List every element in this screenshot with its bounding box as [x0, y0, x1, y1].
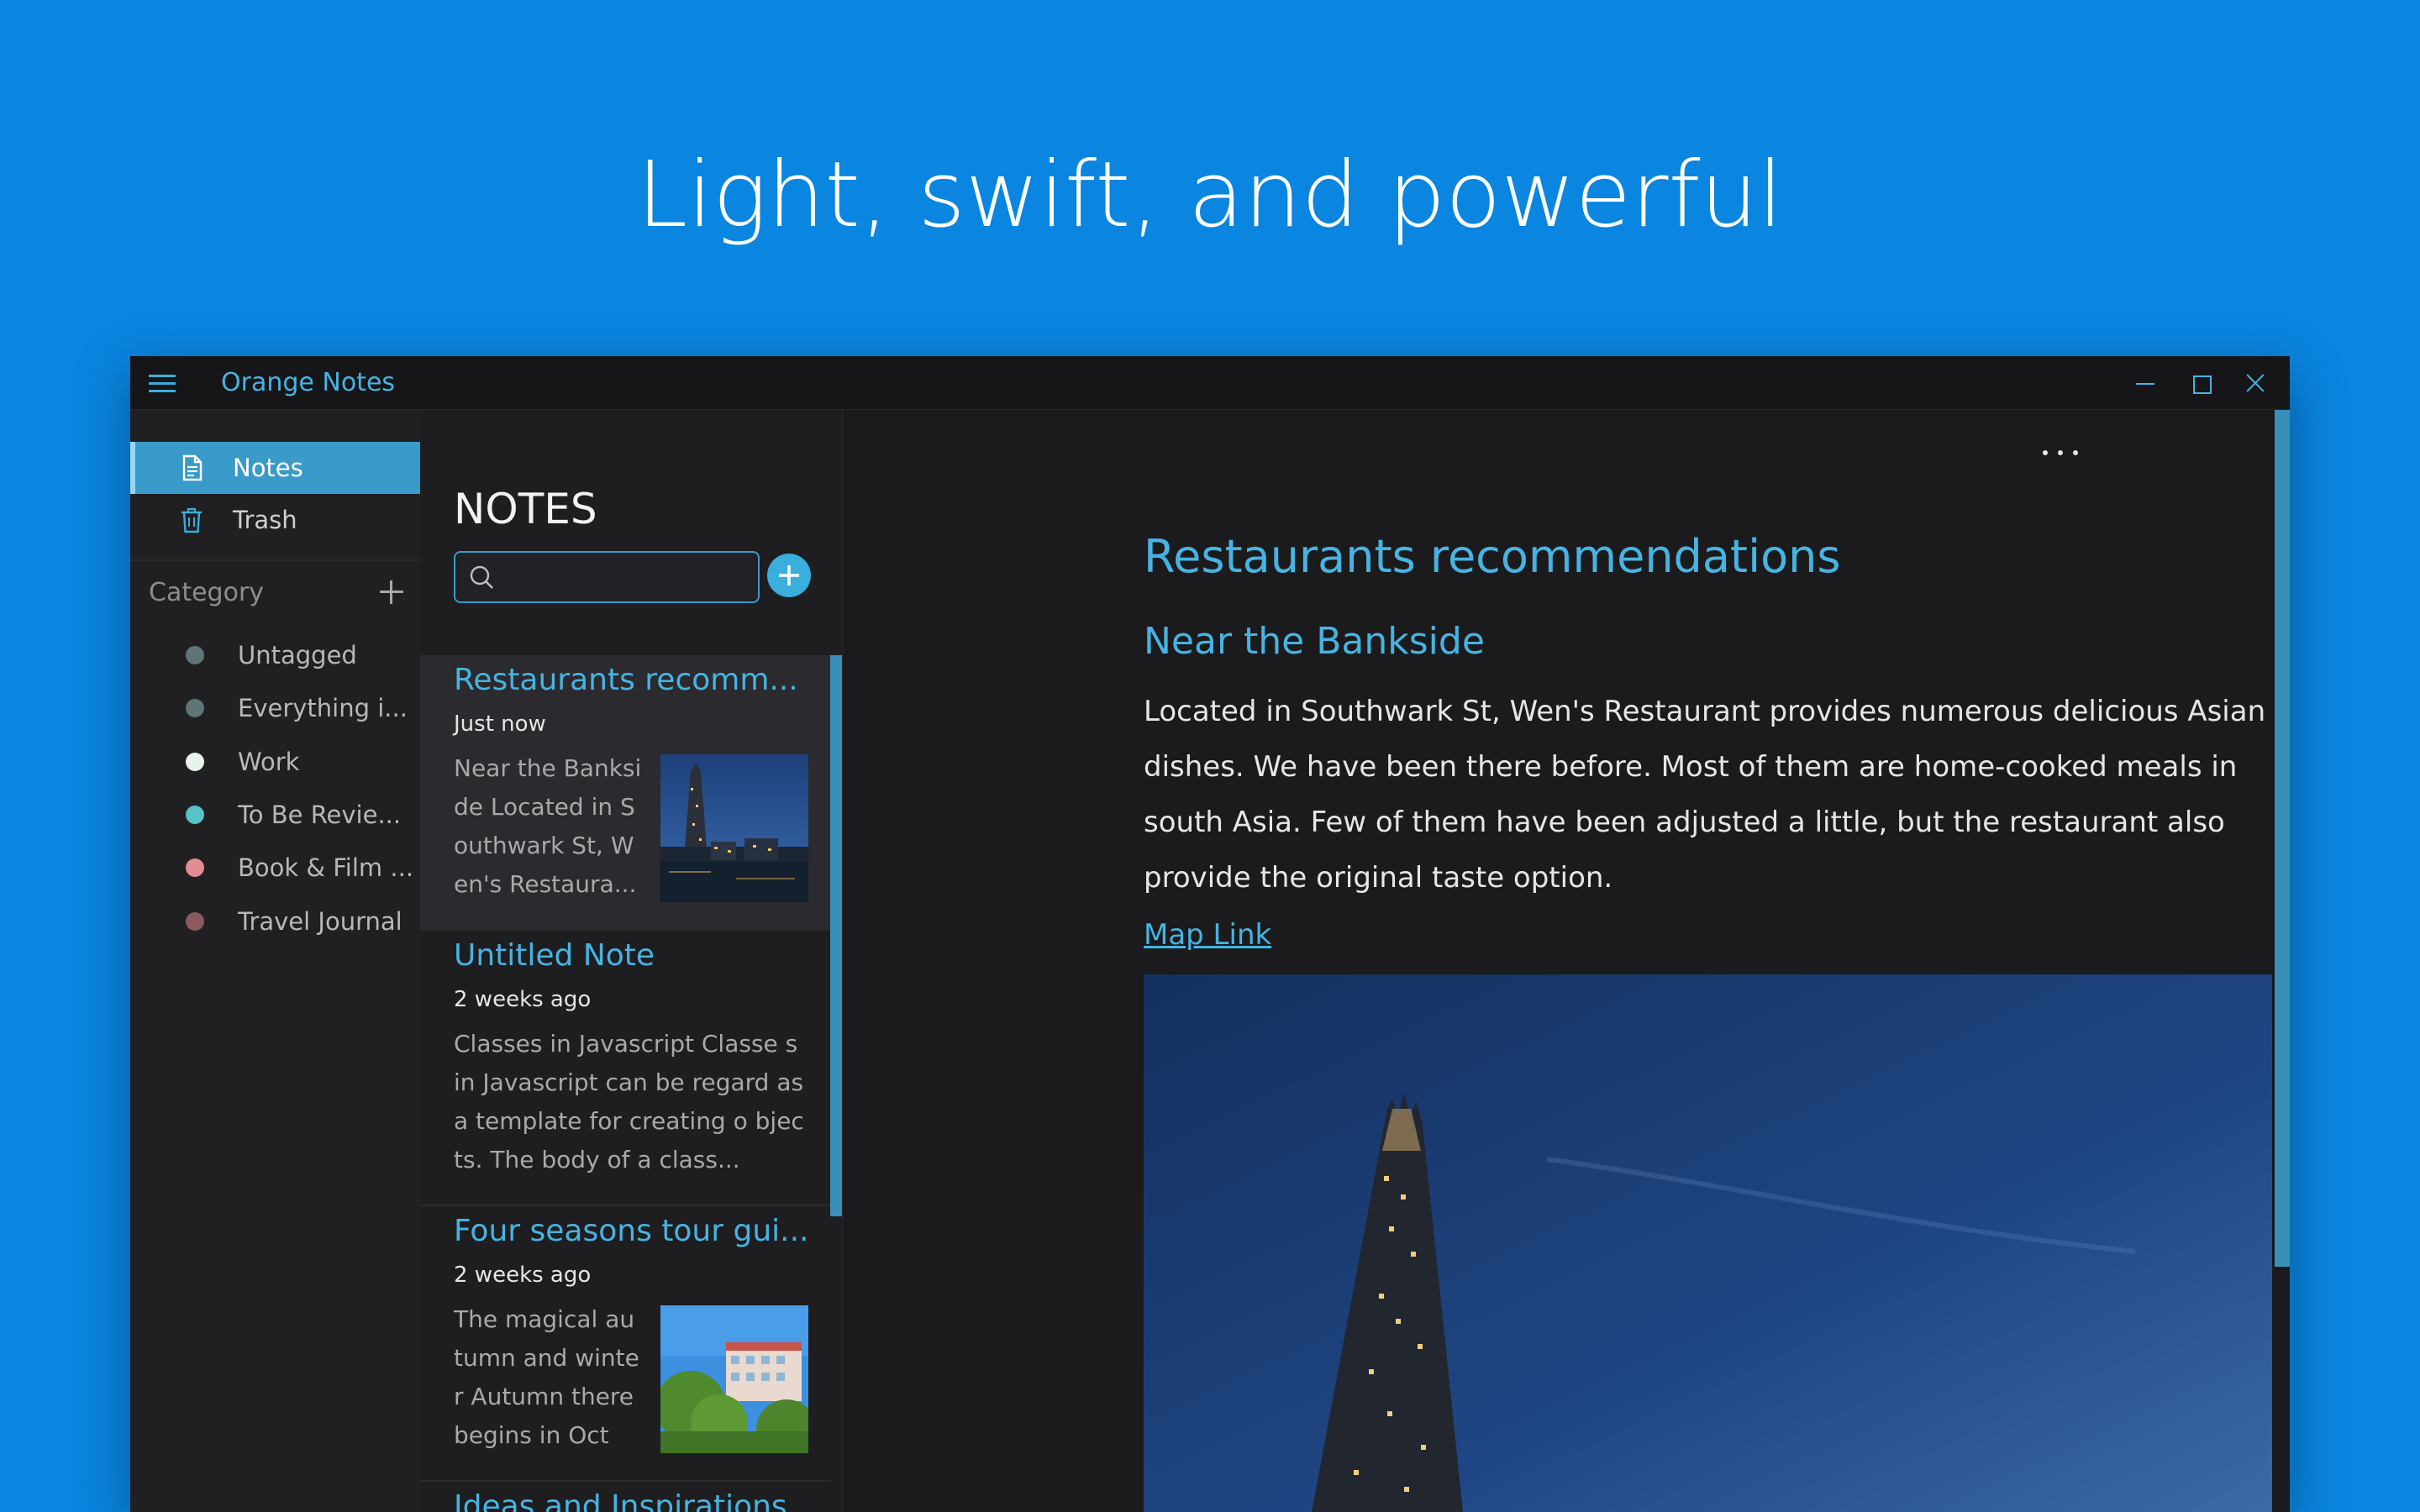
category-item-to-be-reviewed[interactable]: To Be Revie...: [130, 791, 420, 838]
category-label: Everything i...: [238, 694, 408, 722]
category-item-work[interactable]: Work: [130, 738, 420, 785]
sidebar-item-trash[interactable]: Trash: [130, 494, 420, 546]
note-editor-title[interactable]: Restaurants recommendations: [1144, 528, 1841, 586]
note-snippet: Classes in Javascript Classe s in Javasc…: [454, 1030, 804, 1173]
hero-headline: Light, swift, and powerful: [637, 143, 1783, 248]
note-title: Restaurants recomm...: [454, 663, 798, 697]
note-document-icon: [182, 454, 203, 481]
app-title: Orange Notes: [221, 368, 396, 397]
note-timestamp: 2 weeks ago: [454, 987, 592, 1012]
note-timestamp: 2 weeks ago: [454, 1263, 592, 1288]
category-color-dot: [186, 646, 204, 664]
add-category-icon[interactable]: [377, 578, 406, 606]
category-item-untagged[interactable]: Untagged: [130, 632, 420, 679]
sidebar: Notes Trash Category Untagged Everything…: [130, 410, 420, 1512]
category-label: Travel Journal: [238, 907, 402, 936]
note-editor-subheading[interactable]: Near the Bankside: [1144, 617, 1485, 667]
category-label: To Be Revie...: [238, 801, 402, 829]
sidebar-item-label: Trash: [233, 506, 297, 534]
notes-list-scrollbar[interactable]: [830, 655, 842, 1216]
category-color-dot: [186, 858, 204, 877]
sidebar-item-label: Notes: [233, 454, 303, 482]
note-timestamp: Just now: [454, 711, 546, 737]
note-card[interactable]: Untitled Note 2 weeks ago Classes in Jav…: [420, 931, 830, 1206]
more-options-icon[interactable]: [2041, 440, 2088, 465]
editor-scrollbar[interactable]: [2275, 410, 2290, 1512]
note-thumbnail-image: [660, 1305, 808, 1453]
search-input[interactable]: [504, 559, 748, 595]
note-card[interactable]: Restaurants recomm... Just now Near the …: [420, 655, 830, 931]
note-title: Ideas and Inspirations: [454, 1489, 787, 1512]
category-color-dot: [186, 912, 204, 931]
sidebar-divider: [130, 559, 420, 561]
category-item-travel-journal[interactable]: Travel Journal: [130, 898, 420, 945]
close-button[interactable]: [2240, 368, 2270, 398]
scrollbar-thumb[interactable]: [2275, 410, 2290, 1267]
app-window: Orange Notes Notes Trash Category Untagg…: [130, 356, 2290, 1512]
add-note-button[interactable]: [766, 553, 812, 598]
category-item-book-film[interactable]: Book & Film ...: [130, 844, 420, 891]
category-color-dot: [186, 806, 204, 824]
notes-list-pane: NOTES Restaurants recomm... Just now Nea…: [420, 410, 843, 1512]
category-label: Book & Film ...: [238, 853, 414, 882]
note-card[interactable]: Four seasons tour gui... 2 weeks ago The…: [420, 1206, 830, 1482]
editor-pane: Restaurants recommendations Near the Ban…: [843, 410, 2290, 1512]
category-header: Category: [149, 578, 265, 607]
note-title: Four seasons tour gui...: [454, 1214, 809, 1248]
trash-icon: [182, 507, 202, 533]
scrollbar-thumb[interactable]: [830, 655, 842, 1216]
note-title: Untitled Note: [454, 938, 655, 973]
maximize-button[interactable]: [2186, 368, 2216, 398]
note-snippet: Near the Banksi de Located in S outhwark…: [454, 754, 642, 898]
notes-heading: NOTES: [454, 485, 597, 533]
note-card[interactable]: Ideas and Inspirations: [420, 1482, 830, 1512]
search-icon: [470, 565, 493, 589]
category-color-dot: [186, 699, 204, 717]
note-embedded-image: [1144, 974, 2272, 1512]
category-color-dot: [186, 753, 204, 771]
hamburger-menu-icon[interactable]: [149, 375, 176, 393]
note-thumbnail-image: [660, 754, 808, 902]
title-bar: Orange Notes: [130, 356, 2290, 410]
sidebar-item-notes[interactable]: Notes: [130, 442, 420, 494]
category-label: Work: [238, 748, 300, 776]
note-editor-body[interactable]: Located in Southwark St, Wen's Restauran…: [1144, 684, 2278, 906]
search-field[interactable]: [454, 551, 760, 603]
category-label: Untagged: [238, 641, 357, 669]
category-item-everything[interactable]: Everything i...: [130, 685, 420, 732]
map-link[interactable]: Map Link: [1144, 916, 1271, 954]
note-snippet: The magical au tumn and winte r Autumn t…: [454, 1305, 639, 1449]
minimize-button[interactable]: [2130, 368, 2160, 398]
